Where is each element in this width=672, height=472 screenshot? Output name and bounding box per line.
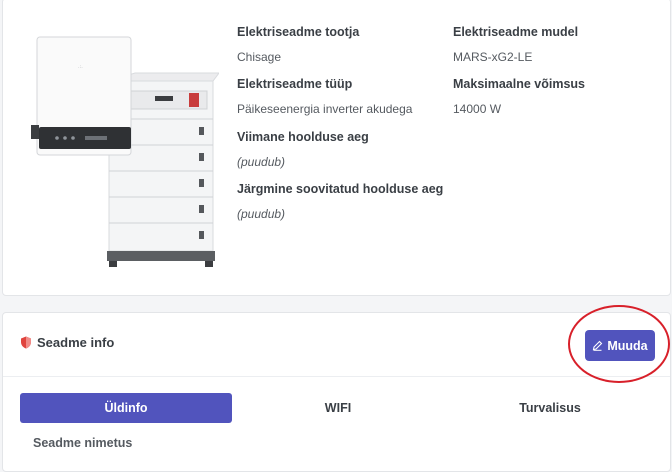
pencil-icon: [593, 340, 603, 351]
shield-icon: [21, 336, 31, 349]
next-service-label: Järgmine soovitatud hoolduse aeg: [237, 182, 444, 196]
last-service-label: Viimane hoolduse aeg: [237, 130, 369, 144]
inverter-battery-image: .:.: [31, 36, 219, 267]
model-label: Elektriseadme mudel: [453, 25, 579, 39]
info-tabs: Üldinfo WIFI Turvalisus: [20, 393, 654, 423]
edit-button-label: Muuda: [607, 338, 648, 353]
max-power-value: 14000 W: [453, 102, 502, 116]
device-info-card: Seadme info Muuda Üldinfo WIFI Turvalisu…: [2, 312, 671, 472]
device-info-title-text: Seadme info: [37, 335, 115, 350]
model-value: MARS-xG2-LE: [453, 50, 533, 64]
model-field: Elektriseadme mudel MARS-xG2-LE: [453, 25, 578, 64]
tab-general[interactable]: Üldinfo: [20, 393, 232, 423]
manufacturer-value: Chisage: [237, 50, 282, 64]
device-summary-card: .:. Elektriseadme tootja Chisage Elektri…: [2, 0, 671, 296]
type-field: Elektriseadme tüüp Päikeseenergia invert…: [237, 77, 412, 116]
device-name-label: Seadme nimetus: [33, 436, 133, 450]
tab-security[interactable]: Turvalisus: [444, 393, 656, 423]
next-service-value: (puudub): [237, 207, 286, 221]
device-info-header: Seadme info Muuda: [3, 313, 670, 377]
max-power-label: Maksimaalne võimsus: [453, 77, 586, 91]
svg-text:.:.: .:.: [78, 64, 83, 70]
tab-wifi[interactable]: WIFI: [232, 393, 444, 423]
device-info-title: Seadme info: [20, 335, 114, 350]
manufacturer-field: Elektriseadme tootja Chisage: [237, 25, 359, 64]
max-power-field: Maksimaalne võimsus 14000 W: [453, 77, 585, 116]
last-service-field: Viimane hoolduse aeg (puudub): [237, 130, 369, 169]
next-service-field: Järgmine soovitatud hoolduse aeg (puudub…: [237, 182, 443, 221]
type-label: Elektriseadme tüüp: [237, 77, 353, 91]
edit-button[interactable]: Muuda: [585, 330, 655, 361]
last-service-value: (puudub): [237, 155, 286, 169]
type-value: Päikeseenergia inverter akudega: [237, 102, 413, 116]
manufacturer-label: Elektriseadme tootja: [237, 25, 360, 39]
